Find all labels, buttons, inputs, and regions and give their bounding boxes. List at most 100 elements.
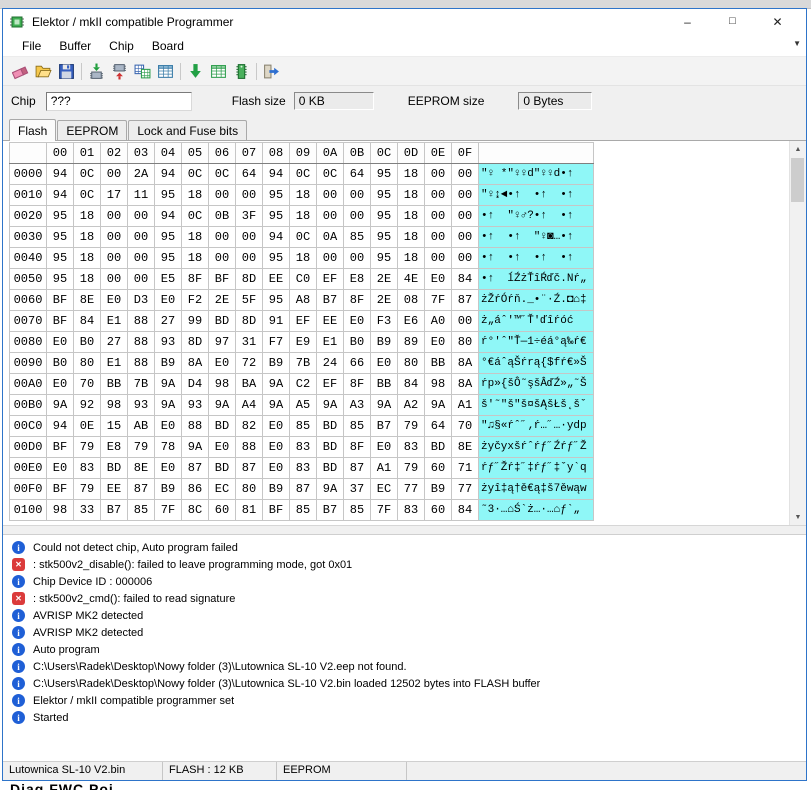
hex-cell[interactable]: 79 (397, 457, 425, 479)
hex-cell[interactable]: 86 (181, 478, 209, 500)
hex-cell[interactable]: 9A (424, 394, 452, 416)
hex-cell[interactable]: E0 (46, 331, 74, 353)
hex-cell[interactable]: 79 (73, 478, 101, 500)
hex-cell[interactable]: 60 (424, 499, 452, 521)
hex-scrollbar[interactable]: ▲ ▼ (789, 141, 806, 525)
close-button[interactable]: ✕ (755, 15, 800, 29)
hex-cell[interactable]: 18 (289, 247, 317, 269)
hex-cell[interactable]: BD (208, 415, 236, 437)
hex-cell[interactable]: A1 (451, 394, 479, 416)
hex-cell[interactable]: 7B (289, 352, 317, 374)
auto-program-button[interactable] (184, 60, 207, 82)
minimize-button[interactable]: – (665, 15, 710, 29)
hex-cell[interactable]: 17 (100, 184, 128, 206)
hex-cell[interactable]: 79 (397, 415, 425, 437)
hex-cell[interactable]: 3F (235, 205, 263, 227)
hex-cell[interactable]: E0 (370, 436, 398, 458)
hex-cell[interactable]: 0C (181, 163, 209, 185)
hex-cell[interactable]: 80 (451, 331, 479, 353)
hex-cell[interactable]: BF (262, 499, 290, 521)
hex-cell[interactable]: 64 (235, 163, 263, 185)
menu-buffer[interactable]: Buffer (50, 37, 100, 55)
verify-flash-button[interactable] (131, 60, 154, 82)
hex-cell[interactable]: 00 (100, 205, 128, 227)
hex-cell[interactable]: 00 (208, 184, 236, 206)
hex-cell[interactable]: BD (316, 457, 344, 479)
hex-cell[interactable]: 95 (262, 247, 290, 269)
hex-cell[interactable]: B9 (154, 478, 182, 500)
hex-cell[interactable]: B7 (370, 415, 398, 437)
hex-cell[interactable]: 80 (235, 478, 263, 500)
hex-cell[interactable]: 84 (451, 499, 479, 521)
hex-cell[interactable]: 60 (208, 499, 236, 521)
hex-cell[interactable]: 91 (262, 310, 290, 332)
hex-cell[interactable]: E0 (154, 289, 182, 311)
hex-cell[interactable]: 87 (343, 457, 371, 479)
ascii-cell[interactable]: żŽŕÓŕň._•¨·Ź.◘⌂‡ (478, 289, 594, 311)
hex-cell[interactable]: 7B (127, 373, 155, 395)
hex-cell[interactable]: 84 (451, 268, 479, 290)
hex-cell[interactable]: 8C (181, 499, 209, 521)
hex-cell[interactable]: 0A (316, 226, 344, 248)
hex-cell[interactable]: A0 (424, 310, 452, 332)
hex-cell[interactable]: A5 (289, 394, 317, 416)
hex-cell[interactable]: B9 (262, 352, 290, 374)
hex-cell[interactable]: 95 (370, 205, 398, 227)
hex-cell[interactable]: 8D (181, 331, 209, 353)
hex-cell[interactable]: E0 (100, 289, 128, 311)
scrollbar-thumb[interactable] (791, 158, 804, 202)
hex-cell[interactable]: E8 (343, 268, 371, 290)
ascii-cell[interactable]: ż„áˆ'™˝Ť'ďîŕóć (478, 310, 594, 332)
hex-cell[interactable]: F3 (370, 310, 398, 332)
hex-cell[interactable]: 95 (46, 247, 74, 269)
hex-cell[interactable]: 9A (208, 394, 236, 416)
hex-cell[interactable]: 85 (289, 415, 317, 437)
hex-cell[interactable]: 00 (127, 226, 155, 248)
save-file-button[interactable] (55, 60, 78, 82)
hex-cell[interactable]: EF (289, 310, 317, 332)
hex-cell[interactable]: 0C (289, 163, 317, 185)
hex-cell[interactable]: B0 (73, 331, 101, 353)
hex-cell[interactable]: 85 (343, 499, 371, 521)
hex-cell[interactable]: 77 (451, 478, 479, 500)
hex-cell[interactable]: 18 (397, 184, 425, 206)
hex-cell[interactable]: EC (370, 478, 398, 500)
hex-cell[interactable]: 00 (316, 247, 344, 269)
hex-cell[interactable]: 95 (262, 184, 290, 206)
hex-cell[interactable]: 00 (208, 226, 236, 248)
tab-flash[interactable]: Flash (9, 119, 57, 141)
hex-cell[interactable]: 85 (343, 226, 371, 248)
hex-cell[interactable]: 8D (235, 268, 263, 290)
hex-cell[interactable]: 93 (181, 394, 209, 416)
hex-cell[interactable]: 9A (154, 394, 182, 416)
hex-cell[interactable]: 98 (424, 373, 452, 395)
hex-cell[interactable]: 79 (73, 436, 101, 458)
hex-cell[interactable]: 83 (73, 457, 101, 479)
read-flash-button[interactable] (108, 60, 131, 82)
hex-cell[interactable]: 95 (154, 226, 182, 248)
hex-cell[interactable]: E0 (343, 310, 371, 332)
hex-cell[interactable]: 80 (397, 352, 425, 374)
hex-cell[interactable]: EF (316, 268, 344, 290)
read-fuses-button[interactable] (207, 60, 230, 82)
ascii-cell[interactable]: °€áˆąŠŕrą{$fŕ€»Š (478, 352, 594, 374)
hex-cell[interactable]: 15 (100, 415, 128, 437)
hex-cell[interactable]: 18 (73, 205, 101, 227)
hex-cell[interactable]: 80 (73, 352, 101, 374)
hex-cell[interactable]: EE (316, 310, 344, 332)
hex-cell[interactable]: 0C (73, 184, 101, 206)
hex-cell[interactable]: A1 (370, 457, 398, 479)
hex-cell[interactable]: A3 (343, 394, 371, 416)
hex-cell[interactable]: BA (235, 373, 263, 395)
hex-cell[interactable]: 00 (424, 184, 452, 206)
hex-cell[interactable]: 18 (397, 205, 425, 227)
menu-board[interactable]: Board (143, 37, 193, 55)
menu-chip[interactable]: Chip (100, 37, 143, 55)
hex-cell[interactable]: BF (46, 436, 74, 458)
hex-cell[interactable]: 77 (397, 478, 425, 500)
menubar-overflow-chevron-icon[interactable]: ▼ (793, 39, 801, 48)
hex-cell[interactable]: B9 (424, 478, 452, 500)
hex-cell[interactable]: BD (100, 457, 128, 479)
hex-cell[interactable]: EF (316, 373, 344, 395)
hex-cell[interactable]: E1 (316, 331, 344, 353)
